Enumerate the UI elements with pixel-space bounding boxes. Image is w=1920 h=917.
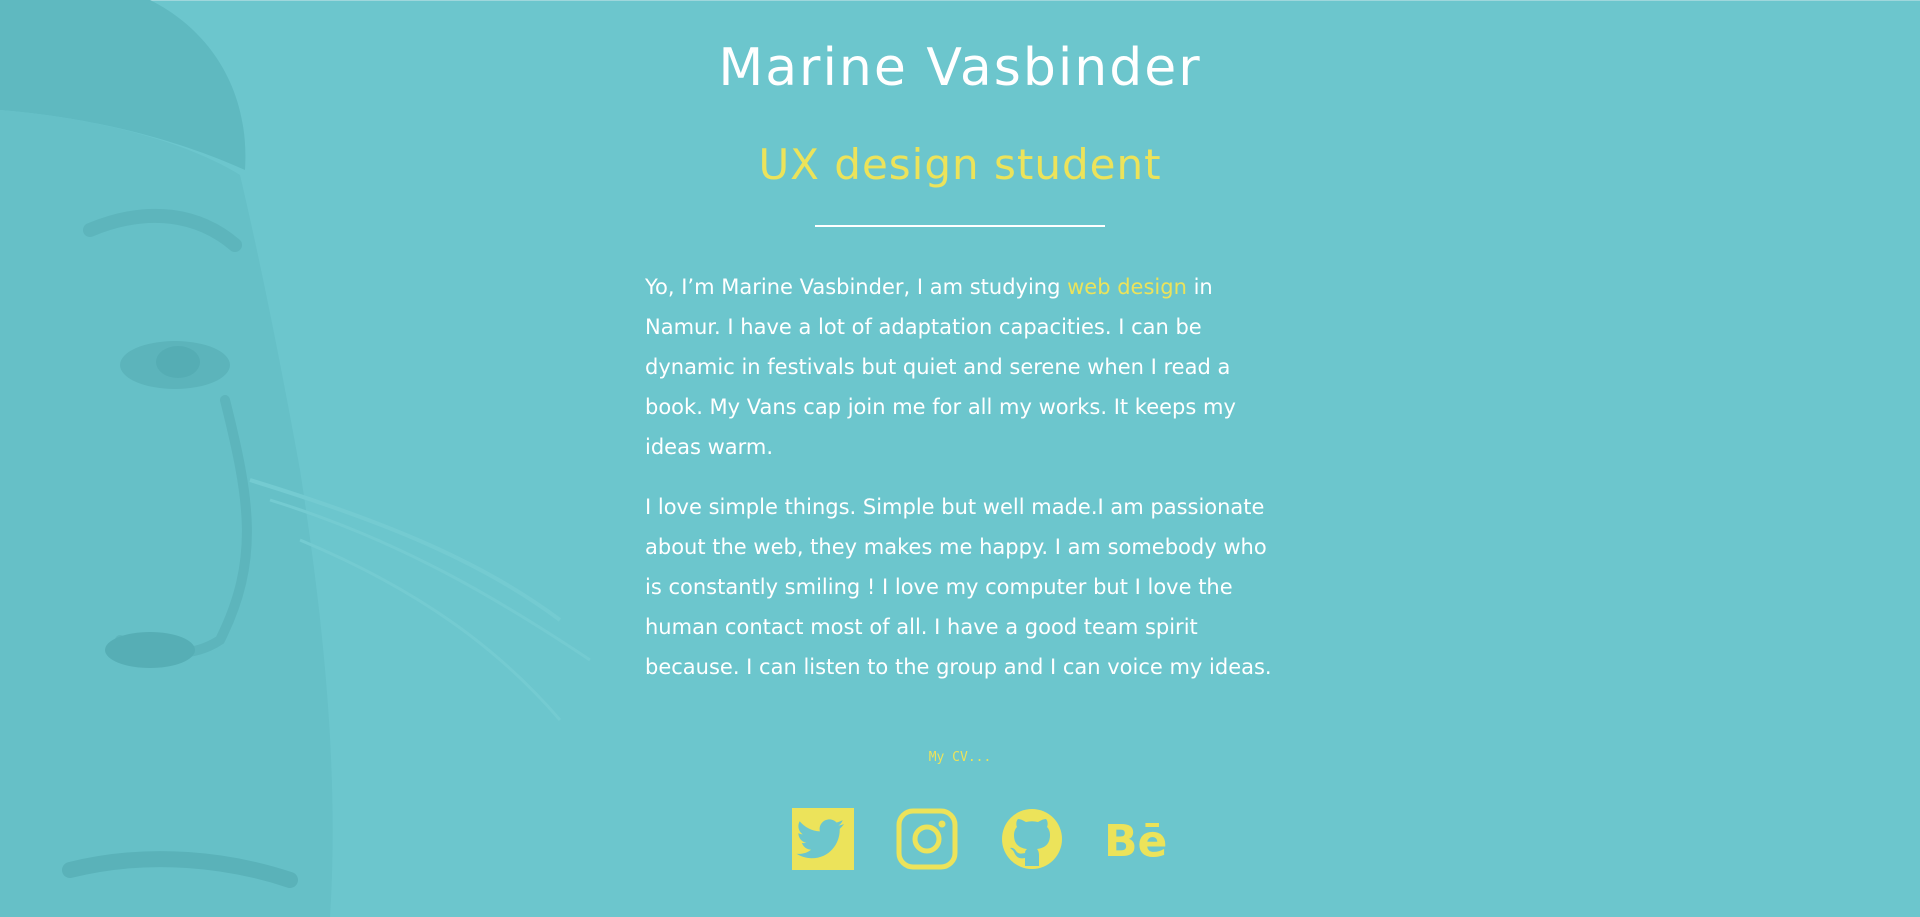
bio-paragraph-1-end: in Namur. I have a lot of adaptation cap… — [645, 275, 1236, 459]
bio-paragraph-1: Yo, I’m Marine Vasbinder, I am studying … — [645, 267, 1285, 467]
page-title: Marine Vasbinder — [718, 38, 1202, 98]
behance-glyph: Bē — [1104, 816, 1167, 867]
github-link[interactable] — [1001, 808, 1063, 870]
twitter-link[interactable] — [792, 808, 854, 870]
instagram-link[interactable] — [896, 808, 958, 870]
page-subtitle: UX design student — [758, 140, 1162, 189]
twitter-icon — [792, 808, 854, 870]
behance-link[interactable]: Bē — [1104, 808, 1167, 870]
bio-text: Yo, I’m Marine Vasbinder, I am studying … — [645, 267, 1285, 707]
bio-paragraph-1-start: Yo, I’m Marine Vasbinder, I am studying — [645, 275, 1068, 299]
instagram-icon — [896, 808, 958, 870]
social-links: Bē — [0, 808, 1920, 872]
cv-link[interactable]: My CV... — [0, 750, 1920, 765]
behance-icon: Bē — [1104, 816, 1167, 867]
github-icon — [1002, 809, 1062, 869]
title-divider — [815, 225, 1105, 227]
bio-paragraph-2: I love simple things. Simple but well ma… — [645, 495, 1272, 679]
web-design-link[interactable]: web design — [1067, 275, 1187, 299]
page: Marine Vasbinder UX design student Yo, I… — [0, 0, 1920, 917]
